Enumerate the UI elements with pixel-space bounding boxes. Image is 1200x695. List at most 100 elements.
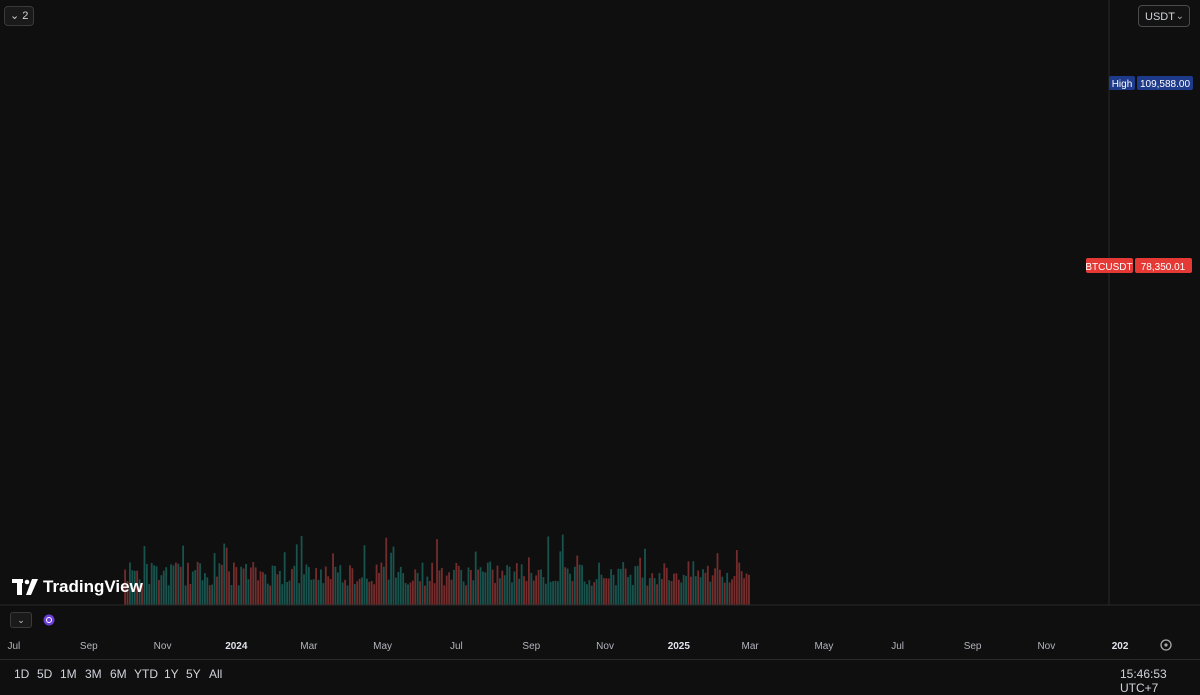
volume-bar	[552, 581, 554, 605]
volume-bar	[573, 566, 576, 605]
volume-bar	[540, 569, 542, 605]
volume-bar	[549, 581, 552, 605]
volume-bar	[387, 579, 390, 605]
volume-bar	[680, 582, 683, 605]
volume-bar	[673, 573, 675, 605]
volume-bar	[559, 551, 562, 605]
settings-icon[interactable]	[1160, 639, 1172, 651]
range-button-all[interactable]: All	[209, 667, 222, 681]
volume-bar	[269, 585, 272, 605]
volume-bar	[346, 585, 349, 605]
volume-bar	[341, 582, 344, 605]
volume-bar	[409, 582, 412, 605]
volume-bar	[206, 577, 209, 605]
volume-bar	[242, 568, 245, 605]
time-tick-label: Jul	[450, 641, 463, 652]
volume-bar	[404, 583, 407, 605]
volume-bar	[411, 580, 414, 605]
volume-bar	[327, 576, 330, 605]
volume-bar	[544, 583, 547, 605]
volume-bar	[627, 577, 629, 605]
chevron-down-icon: ⌄	[17, 615, 25, 625]
volume-bar	[578, 564, 581, 605]
volume-bar	[743, 578, 746, 605]
time-tick-label: Sep	[80, 641, 98, 652]
volume-bar	[424, 585, 426, 605]
volume-bar	[457, 565, 460, 605]
volume-bar	[276, 574, 279, 605]
volume-bar	[395, 577, 397, 605]
volume-bar	[571, 580, 574, 605]
volume-bar	[663, 563, 666, 605]
last-price-badge: BTCUSDT 78,350.01	[1085, 258, 1192, 273]
volume-bar	[554, 580, 557, 605]
volume-bar	[257, 580, 259, 605]
volume-bar	[353, 584, 356, 605]
volume-bar	[706, 565, 709, 605]
range-button-3m[interactable]: 3M	[85, 667, 102, 681]
volume-bar	[271, 565, 274, 605]
volume-bar	[639, 557, 642, 605]
range-button-1d[interactable]: 1D	[14, 667, 29, 681]
volume-bar	[636, 565, 639, 605]
volume-bar	[617, 568, 620, 605]
range-button-5d[interactable]: 5D	[37, 667, 52, 681]
volume-bar	[380, 562, 383, 605]
volume-bar	[677, 579, 680, 605]
volume-bar	[685, 575, 687, 605]
volume-bar	[150, 562, 153, 605]
volume-bar	[356, 581, 359, 605]
volume-bar	[527, 557, 530, 605]
volume-bar	[310, 579, 313, 605]
volume-bar	[216, 576, 218, 605]
volume-bar	[397, 571, 400, 605]
chevron-down-icon: ⌄	[10, 10, 20, 22]
volume-bar	[675, 573, 678, 605]
volume-bar	[148, 584, 151, 605]
volume-bar	[731, 579, 733, 605]
range-button-6m[interactable]: 6M	[110, 667, 127, 681]
collapse-button[interactable]: ⌄	[10, 612, 32, 628]
volume-bar	[518, 578, 521, 605]
volume-bar	[704, 572, 707, 605]
volume-bar	[467, 567, 470, 605]
volume-bar	[373, 584, 376, 605]
volume-bar	[288, 580, 291, 605]
volume-bar	[334, 566, 337, 605]
volume-bar	[445, 575, 448, 605]
volume-bar	[201, 580, 204, 605]
volume-bar	[697, 570, 700, 605]
volume-bar	[191, 571, 194, 605]
sync-icon[interactable]	[43, 614, 55, 626]
volume-bar	[651, 573, 654, 605]
volume-bar	[402, 573, 405, 605]
clock[interactable]: 15:46:53 UTC+7	[1120, 667, 1200, 695]
volume-bar	[211, 584, 214, 605]
volume-bar	[641, 577, 644, 605]
volume-bar	[399, 566, 402, 605]
volume-bar	[235, 567, 238, 605]
time-tick-label: Mar	[742, 641, 760, 652]
currency-select[interactable]: USDT ⌄	[1138, 5, 1190, 27]
volume-bar	[443, 585, 446, 605]
volume-bar	[721, 576, 724, 605]
volume-bar	[363, 545, 366, 605]
volume-bar	[728, 582, 731, 605]
volume-bar	[249, 567, 252, 605]
range-button-ytd[interactable]: YTD	[134, 667, 158, 681]
volume-bar	[145, 563, 148, 605]
volume-bar	[332, 553, 334, 605]
time-tick-label: Sep	[522, 641, 540, 652]
volume-bar	[329, 579, 332, 605]
price-chart[interactable]: 116,000.00100,000.0095,000.0090,000.0084…	[0, 0, 1200, 689]
interval-button[interactable]: ⌄ 2	[4, 6, 35, 26]
time-tick-label: Nov	[596, 641, 614, 652]
volume-bar	[593, 582, 596, 605]
volume-bar	[682, 574, 685, 605]
volume-bar	[515, 563, 518, 605]
volume-bar	[489, 561, 492, 605]
volume-bar	[501, 570, 504, 605]
range-button-5y[interactable]: 5Y	[186, 667, 201, 681]
range-button-1m[interactable]: 1M	[60, 667, 77, 681]
range-button-1y[interactable]: 1Y	[164, 667, 179, 681]
